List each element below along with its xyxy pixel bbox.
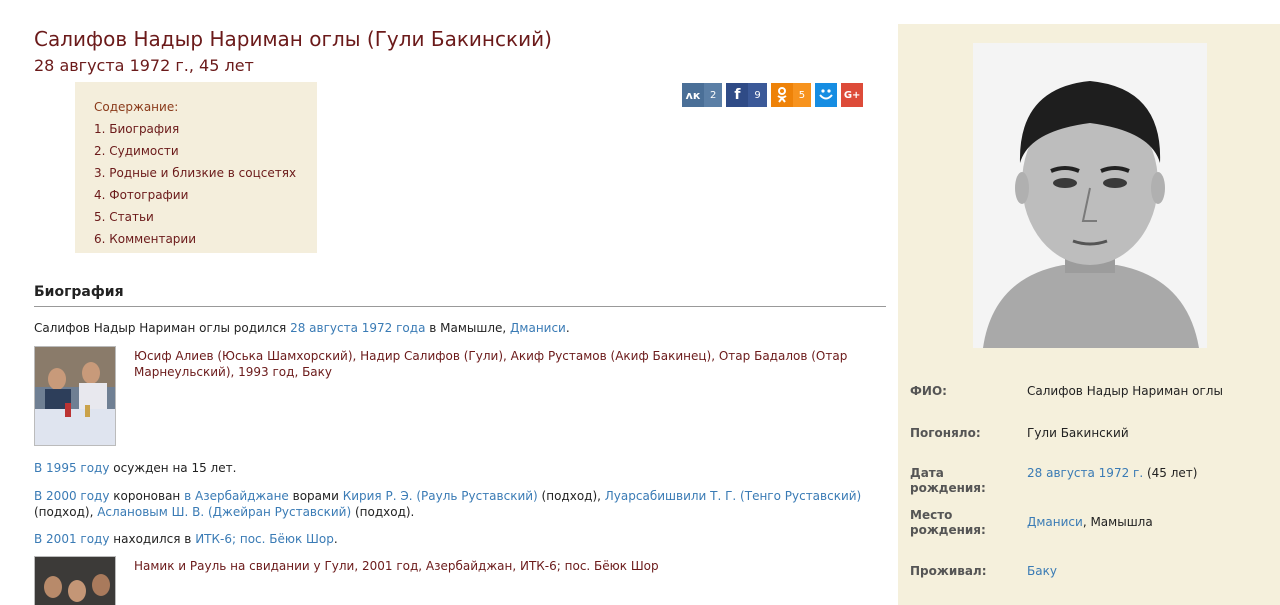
odnoklassniki-icon [770,83,793,107]
residence-label: Проживал: [910,564,987,578]
birthdate-link[interactable]: 28 августа 1972 года [290,321,425,335]
residence-value: Баку [1027,564,1277,579]
year-2001-link[interactable]: В 2001 году [34,532,109,546]
bio-text: осужден на 15 лет. [109,461,237,475]
year-2000-link[interactable]: В 2000 году [34,489,109,503]
page-subtitle: 28 августа 1972 г., 45 лет [34,56,254,75]
toc-item-biography[interactable]: 1. Биография [94,118,317,140]
moimir-icon [815,83,837,107]
birthdate-value: 28 августа 1972 г. (45 лет) [1027,466,1277,481]
bio-text: в Мамышле, [425,321,511,335]
toc-item-relatives[interactable]: 3. Родные и близкие в соцсетях [94,162,317,184]
profile-birthplace-link[interactable]: Дманиси [1027,515,1083,529]
birthplace-extra: , Мамышла [1082,515,1153,529]
share-moimir-button[interactable] [815,83,838,107]
share-odnoklassniki-count: 5 [798,89,806,101]
bio-text: ворами [288,489,343,503]
toc-item-photos[interactable]: 4. Фотографии [94,184,317,206]
luarsabishvili-link[interactable]: Луарсабишвили Т. Г. (Тенго Руставский) [605,489,861,503]
bio-paragraph-birth: Салифов Надыр Нариман оглы родился 28 ав… [34,320,570,336]
birthdate-label: Дата рождения: [910,466,986,495]
bio-paragraph-2001: В 2001 году находился в ИТК-6; пос. Бёюк… [34,531,338,547]
profile-sidebar: ФИО: Салифов Надыр Нариман оглы Погоняло… [898,24,1280,605]
birthdate-age: (45 лет) [1143,466,1198,480]
profile-birthdate-link[interactable]: 28 августа 1972 г. [1027,466,1143,480]
photo-thumbnail-2001[interactable] [34,556,116,605]
profile-residence-link[interactable]: Баку [1027,564,1057,578]
bio-paragraph-1995: В 1995 году осужден на 15 лет. [34,460,236,476]
share-vk-count: 2 [710,89,717,101]
share-facebook-count: 9 [754,89,761,101]
itk6-link[interactable]: ИТК-6; пос. Бёюк Шор [195,532,334,546]
share-vk-button[interactable]: ʌк 2 [682,83,723,107]
bio-text: коронован [109,489,185,503]
bio-text: находился в [109,532,196,546]
photo-caption-2001: Намик и Рауль на свидании у Гули, 2001 г… [134,559,659,573]
fio-label: ФИО: [910,384,947,398]
year-1995-link[interactable]: В 1995 году [34,461,109,475]
toc-title: Содержание: [94,100,179,114]
toc-item-articles[interactable]: 5. Статьи [94,206,317,228]
bio-text: . [333,532,338,546]
vk-icon: ʌк [682,83,704,107]
toc-item-comments[interactable]: 6. Комментарии [94,228,317,250]
fio-value: Салифов Надыр Нариман оглы [1027,384,1223,398]
azerbaijan-link[interactable]: в Азербайджане [184,489,289,503]
photo-thumbnail-1993[interactable] [34,346,116,446]
biography-heading: Биография [34,284,886,307]
bio-text: . [565,321,570,335]
share-buttons: ʌк 2 f 9 5 G+ [682,83,864,107]
toc-item-convictions[interactable]: 2. Судимости [94,140,317,162]
bio-text: (подход), [34,505,98,519]
kiria-link[interactable]: Кирия Р. Э. (Рауль Руставский) [343,489,538,503]
facebook-icon: f [726,83,749,107]
share-facebook-button[interactable]: f 9 [726,83,767,107]
page-title: Салифов Надыр Нариман оглы (Гули Бакинск… [34,27,552,51]
bio-text: (подход). [351,505,415,519]
share-googleplus-button[interactable]: G+ [841,83,864,107]
main-content: Салифов Надыр Нариман оглы (Гули Бакинск… [34,26,886,605]
nickname-value: Гули Бакинский [1027,426,1129,440]
birthplace-value: Дманиси, Мамышла [1027,515,1277,530]
bio-text: (подход), [537,489,605,503]
dmanisi-link[interactable]: Дманиси [510,321,566,335]
bio-paragraph-2000: В 2000 году коронован в Азербайджане вор… [34,488,886,520]
table-of-contents: Содержание: 1. Биография 2. Судимости 3.… [75,82,317,253]
share-odnoklassniki-button[interactable]: 5 [770,83,812,107]
aslanov-link[interactable]: Аслановым Ш. В. (Джейран Руставский) [97,505,351,519]
bio-text: Салифов Надыр Нариман оглы родился [34,321,291,335]
birthplace-label: Место рождения: [910,508,986,537]
googleplus-icon: G+ [843,89,861,101]
nickname-label: Погоняло: [910,426,981,440]
photo-caption-1993: Юсиф Алиев (Юська Шамхорский), Надир Сал… [134,349,848,379]
profile-photo[interactable] [973,43,1207,348]
